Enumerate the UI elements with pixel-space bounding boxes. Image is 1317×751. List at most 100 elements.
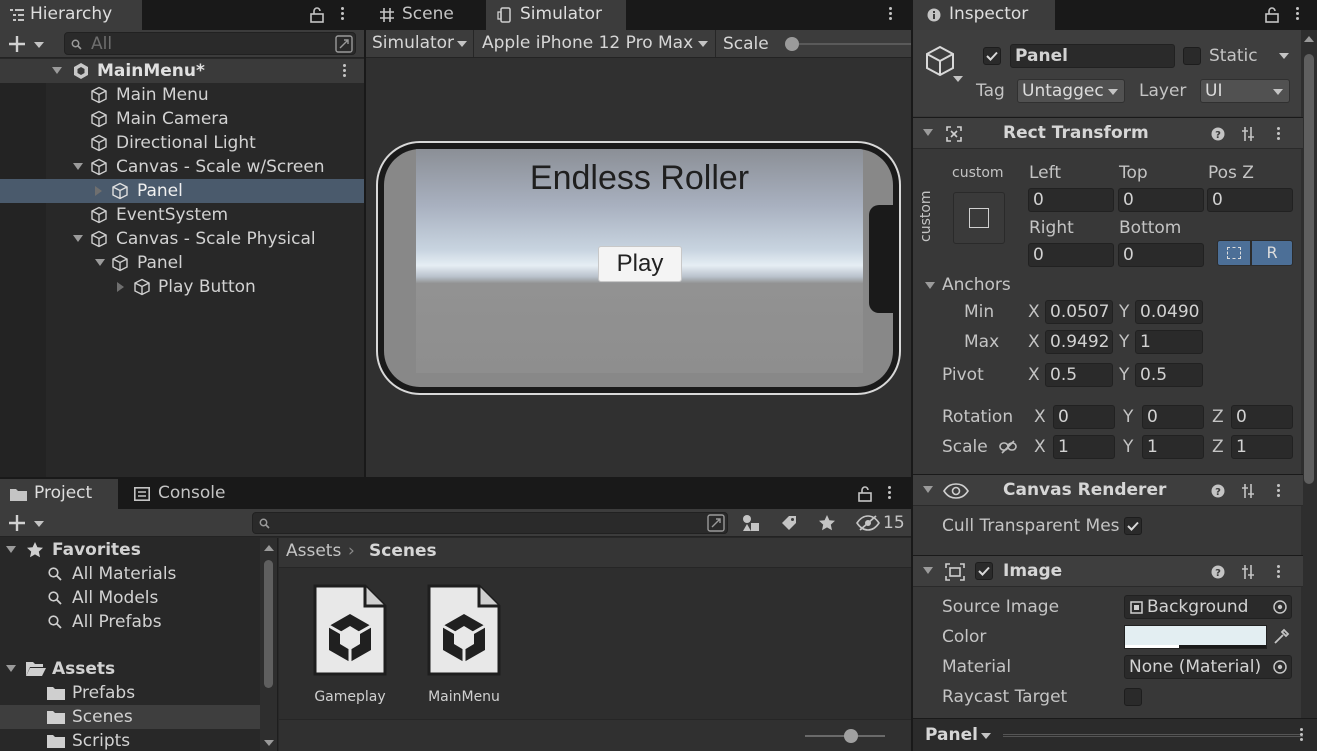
footer-menu-icon[interactable]	[1300, 727, 1304, 743]
scroll-up-icon[interactable]	[1304, 36, 1314, 42]
scale-y-field[interactable]: 1	[1142, 435, 1204, 459]
lock-icon[interactable]	[858, 486, 872, 502]
hierarchy-item-canvas-scale-screen[interactable]: Canvas - Scale w/Screen	[0, 155, 364, 179]
color-swatch[interactable]	[1124, 625, 1267, 649]
simulator-mode-dropdown[interactable]: Simulator	[366, 30, 474, 57]
hierarchy-item-eventsystem[interactable]: EventSystem	[0, 203, 364, 227]
anchors-foldout-icon[interactable]	[925, 282, 935, 289]
hierarchy-item-directional-light[interactable]: Directional Light	[0, 131, 364, 155]
filter-by-type-icon[interactable]	[742, 514, 760, 532]
scene-menu-icon[interactable]	[343, 63, 347, 79]
folder-item-scenes[interactable]: Scenes	[0, 705, 277, 729]
more-options-icon[interactable]	[341, 6, 345, 22]
favorites-row[interactable]: Favorites	[0, 538, 277, 562]
help-icon[interactable]: ?	[1211, 127, 1225, 141]
rect-transform-header[interactable]: Rect Transform ?	[913, 117, 1303, 149]
tree-scrollbar[interactable]	[260, 538, 277, 751]
search-options-icon[interactable]	[335, 35, 353, 53]
search-options-icon[interactable]	[707, 514, 725, 532]
cull-transparent-checkbox[interactable]	[1124, 517, 1142, 535]
constrain-proportions-icon[interactable]	[999, 440, 1017, 454]
foldout-arrow-icon[interactable]	[923, 486, 933, 493]
add-icon[interactable]	[8, 514, 26, 532]
pivot-y-field[interactable]: 0.5	[1135, 363, 1203, 387]
expand-arrow-icon[interactable]	[6, 546, 16, 553]
lock-icon[interactable]	[1265, 7, 1279, 23]
more-options-icon[interactable]	[889, 6, 893, 22]
top-field[interactable]: 0	[1118, 188, 1204, 212]
assets-row[interactable]: Assets	[0, 657, 277, 681]
rotation-y-field[interactable]: 0	[1142, 405, 1204, 429]
asset-mainmenu[interactable]: MainMenu	[417, 584, 511, 705]
expand-arrow-icon[interactable]	[95, 259, 105, 266]
foldout-arrow-icon[interactable]	[923, 129, 933, 136]
hierarchy-item-panel-selected[interactable]: Panel	[0, 179, 364, 203]
scroll-up-icon[interactable]	[264, 545, 274, 551]
add-dropdown-caret[interactable]	[34, 521, 44, 527]
inspector-scrollbar[interactable]	[1301, 30, 1317, 733]
collapse-arrow-icon[interactable]	[117, 282, 124, 292]
rotation-x-field[interactable]: 0	[1053, 405, 1115, 429]
hierarchy-item-panel[interactable]: Panel	[0, 251, 364, 275]
expand-arrow-icon[interactable]	[6, 665, 16, 672]
folder-item-scripts[interactable]: Scripts	[0, 729, 277, 751]
pivot-x-field[interactable]: 0.5	[1045, 363, 1113, 387]
scrollbar-thumb[interactable]	[264, 560, 273, 688]
expand-arrow-icon[interactable]	[73, 235, 83, 242]
hierarchy-item-main-camera[interactable]: Main Camera	[0, 107, 364, 131]
help-icon[interactable]: ?	[1211, 565, 1225, 579]
anchor-min-y-field[interactable]: 0.0490	[1135, 300, 1203, 324]
preset-sliders-icon[interactable]	[1241, 126, 1255, 142]
expand-arrow-icon[interactable]	[73, 163, 83, 170]
object-picker-icon[interactable]	[1273, 600, 1287, 614]
lock-icon[interactable]	[310, 7, 324, 23]
asset-gameplay[interactable]: Gameplay	[303, 584, 397, 705]
footer-panel-dropdown[interactable]: Panel	[913, 719, 999, 751]
object-name-field[interactable]: Panel	[1010, 44, 1175, 68]
add-icon[interactable]	[8, 35, 26, 53]
play-button[interactable]: Play	[598, 246, 682, 282]
raw-edit-button[interactable]: R	[1251, 240, 1293, 266]
posz-field[interactable]: 0	[1207, 188, 1293, 212]
image-enabled-checkbox[interactable]	[975, 562, 993, 580]
tag-dropdown[interactable]: Untaggec	[1017, 79, 1125, 103]
right-field[interactable]: 0	[1028, 243, 1114, 267]
active-checkbox[interactable]	[983, 47, 1001, 65]
preset-sliders-icon[interactable]	[1241, 564, 1255, 580]
component-menu-icon[interactable]	[1277, 126, 1281, 142]
bottom-field[interactable]: 0	[1118, 243, 1204, 267]
raycast-target-checkbox[interactable]	[1124, 688, 1142, 706]
hierarchy-search-input[interactable]: All	[64, 32, 356, 55]
material-field[interactable]: None (Material)	[1124, 655, 1292, 679]
scale-slider-track[interactable]	[792, 43, 911, 45]
favorite-star-icon[interactable]	[818, 514, 836, 532]
hierarchy-item-main-menu[interactable]: Main Menu	[0, 83, 364, 107]
scene-row[interactable]: MainMenu*	[0, 59, 364, 83]
help-icon[interactable]: ?	[1211, 484, 1225, 498]
hierarchy-item-play-button[interactable]: Play Button	[0, 275, 364, 299]
component-menu-icon[interactable]	[1277, 483, 1281, 499]
icon-dropdown-caret[interactable]	[953, 76, 963, 82]
foldout-arrow-icon[interactable]	[923, 567, 933, 574]
preset-sliders-icon[interactable]	[1241, 483, 1255, 499]
static-dropdown-caret[interactable]	[1279, 53, 1289, 59]
static-checkbox[interactable]	[1183, 47, 1201, 65]
favorite-item-all-materials[interactable]: All Materials	[0, 562, 277, 586]
scale-x-field[interactable]: 1	[1053, 435, 1115, 459]
anchor-max-y-field[interactable]: 1	[1135, 330, 1203, 354]
favorite-item-all-models[interactable]: All Models	[0, 586, 277, 610]
more-options-icon[interactable]	[1296, 6, 1300, 22]
left-field[interactable]: 0	[1028, 188, 1114, 212]
device-dropdown[interactable]: Apple iPhone 12 Pro Max	[476, 30, 716, 57]
image-header[interactable]: Image ?	[913, 555, 1303, 587]
layer-dropdown[interactable]: UI	[1200, 79, 1290, 103]
project-search-input[interactable]	[252, 512, 728, 534]
scale-slider-thumb[interactable]	[785, 37, 799, 51]
add-dropdown-caret[interactable]	[34, 42, 44, 48]
source-image-field[interactable]: Background	[1124, 595, 1292, 619]
scale-z-field[interactable]: 1	[1231, 435, 1293, 459]
canvas-renderer-header[interactable]: Canvas Renderer ?	[913, 474, 1303, 506]
object-picker-icon[interactable]	[1273, 660, 1287, 674]
scrollbar-thumb[interactable]	[1304, 54, 1314, 484]
anchor-presets-button[interactable]	[953, 192, 1005, 244]
